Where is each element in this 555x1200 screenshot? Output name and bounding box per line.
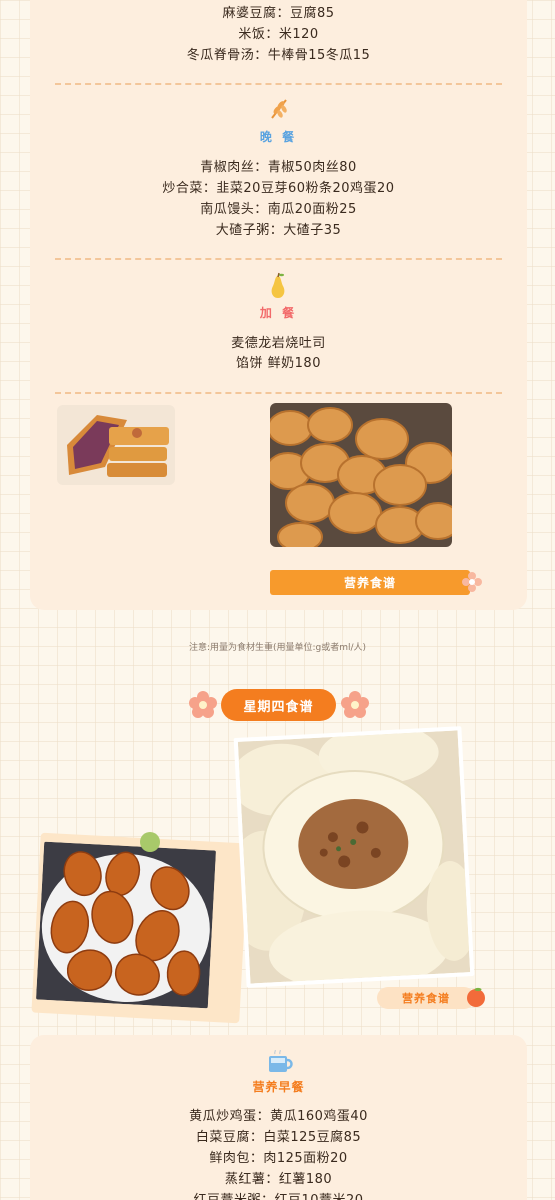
chicken-wings-photo: [35, 841, 217, 1009]
lunch-item: 米饭：米120: [238, 27, 319, 42]
dinner-item: 南瓜馒头：南瓜20面粉25: [200, 202, 357, 217]
lunch-item: 冬瓜脊骨汤：牛棒骨15冬瓜15: [186, 48, 371, 63]
breakfast-item: 白菜豆腐：白菜125豆腐85: [195, 1130, 362, 1145]
divider: [55, 258, 502, 260]
toast-photo: [57, 405, 175, 485]
breakfast-title: 营养早餐: [252, 1080, 305, 1094]
breakfast-item: 红豆薏米粥：红豆10薏米20: [30, 1189, 527, 1200]
flower-icon: [462, 572, 482, 592]
flower-icon: [189, 691, 217, 718]
steamed-bun-photo: [233, 726, 475, 988]
dinner-item: 炒合菜：韭菜20豆芽60粉条20鸡蛋20: [162, 181, 395, 196]
snack-item: 麦德龙岩烧吐司: [231, 336, 326, 351]
breakfast-item: 鲜肉包：肉125面粉20: [209, 1151, 348, 1166]
pear-icon: [271, 272, 285, 298]
dinner-item: 青椒肉丝：青椒50肉丝80: [200, 160, 357, 175]
green-dot-decoration: [140, 832, 160, 852]
nutrition-recipe-tag[interactable]: 营养食谱: [377, 987, 475, 1009]
dinner-item: 大碴子粥：大碴子35: [215, 223, 342, 238]
pancake-photo: [270, 403, 452, 547]
breakfast-item: 黄瓜炒鸡蛋：黄瓜160鸡蛋40: [189, 1109, 368, 1124]
flower-icon: [341, 691, 369, 718]
dinner-title: 晚 餐: [259, 130, 298, 144]
orange-icon: [467, 987, 485, 1007]
usage-note: 注意:用量为食材生重(用量单位:g或者ml/人): [188, 643, 367, 653]
wheat-icon: [271, 99, 287, 119]
snack-title: 加 餐: [259, 306, 298, 320]
divider: [55, 83, 502, 85]
snack-item: 馅饼 鲜奶180: [236, 356, 321, 371]
nutrition-recipe-button[interactable]: 营养食谱: [270, 570, 470, 595]
coffee-cup-icon: [269, 1050, 293, 1072]
thursday-badge: 星期四食谱: [221, 689, 336, 721]
breakfast-item: 蒸红薯：红薯180: [224, 1172, 333, 1187]
divider: [55, 392, 502, 394]
lunch-item: 麻婆豆腐：豆腐85: [222, 6, 335, 21]
